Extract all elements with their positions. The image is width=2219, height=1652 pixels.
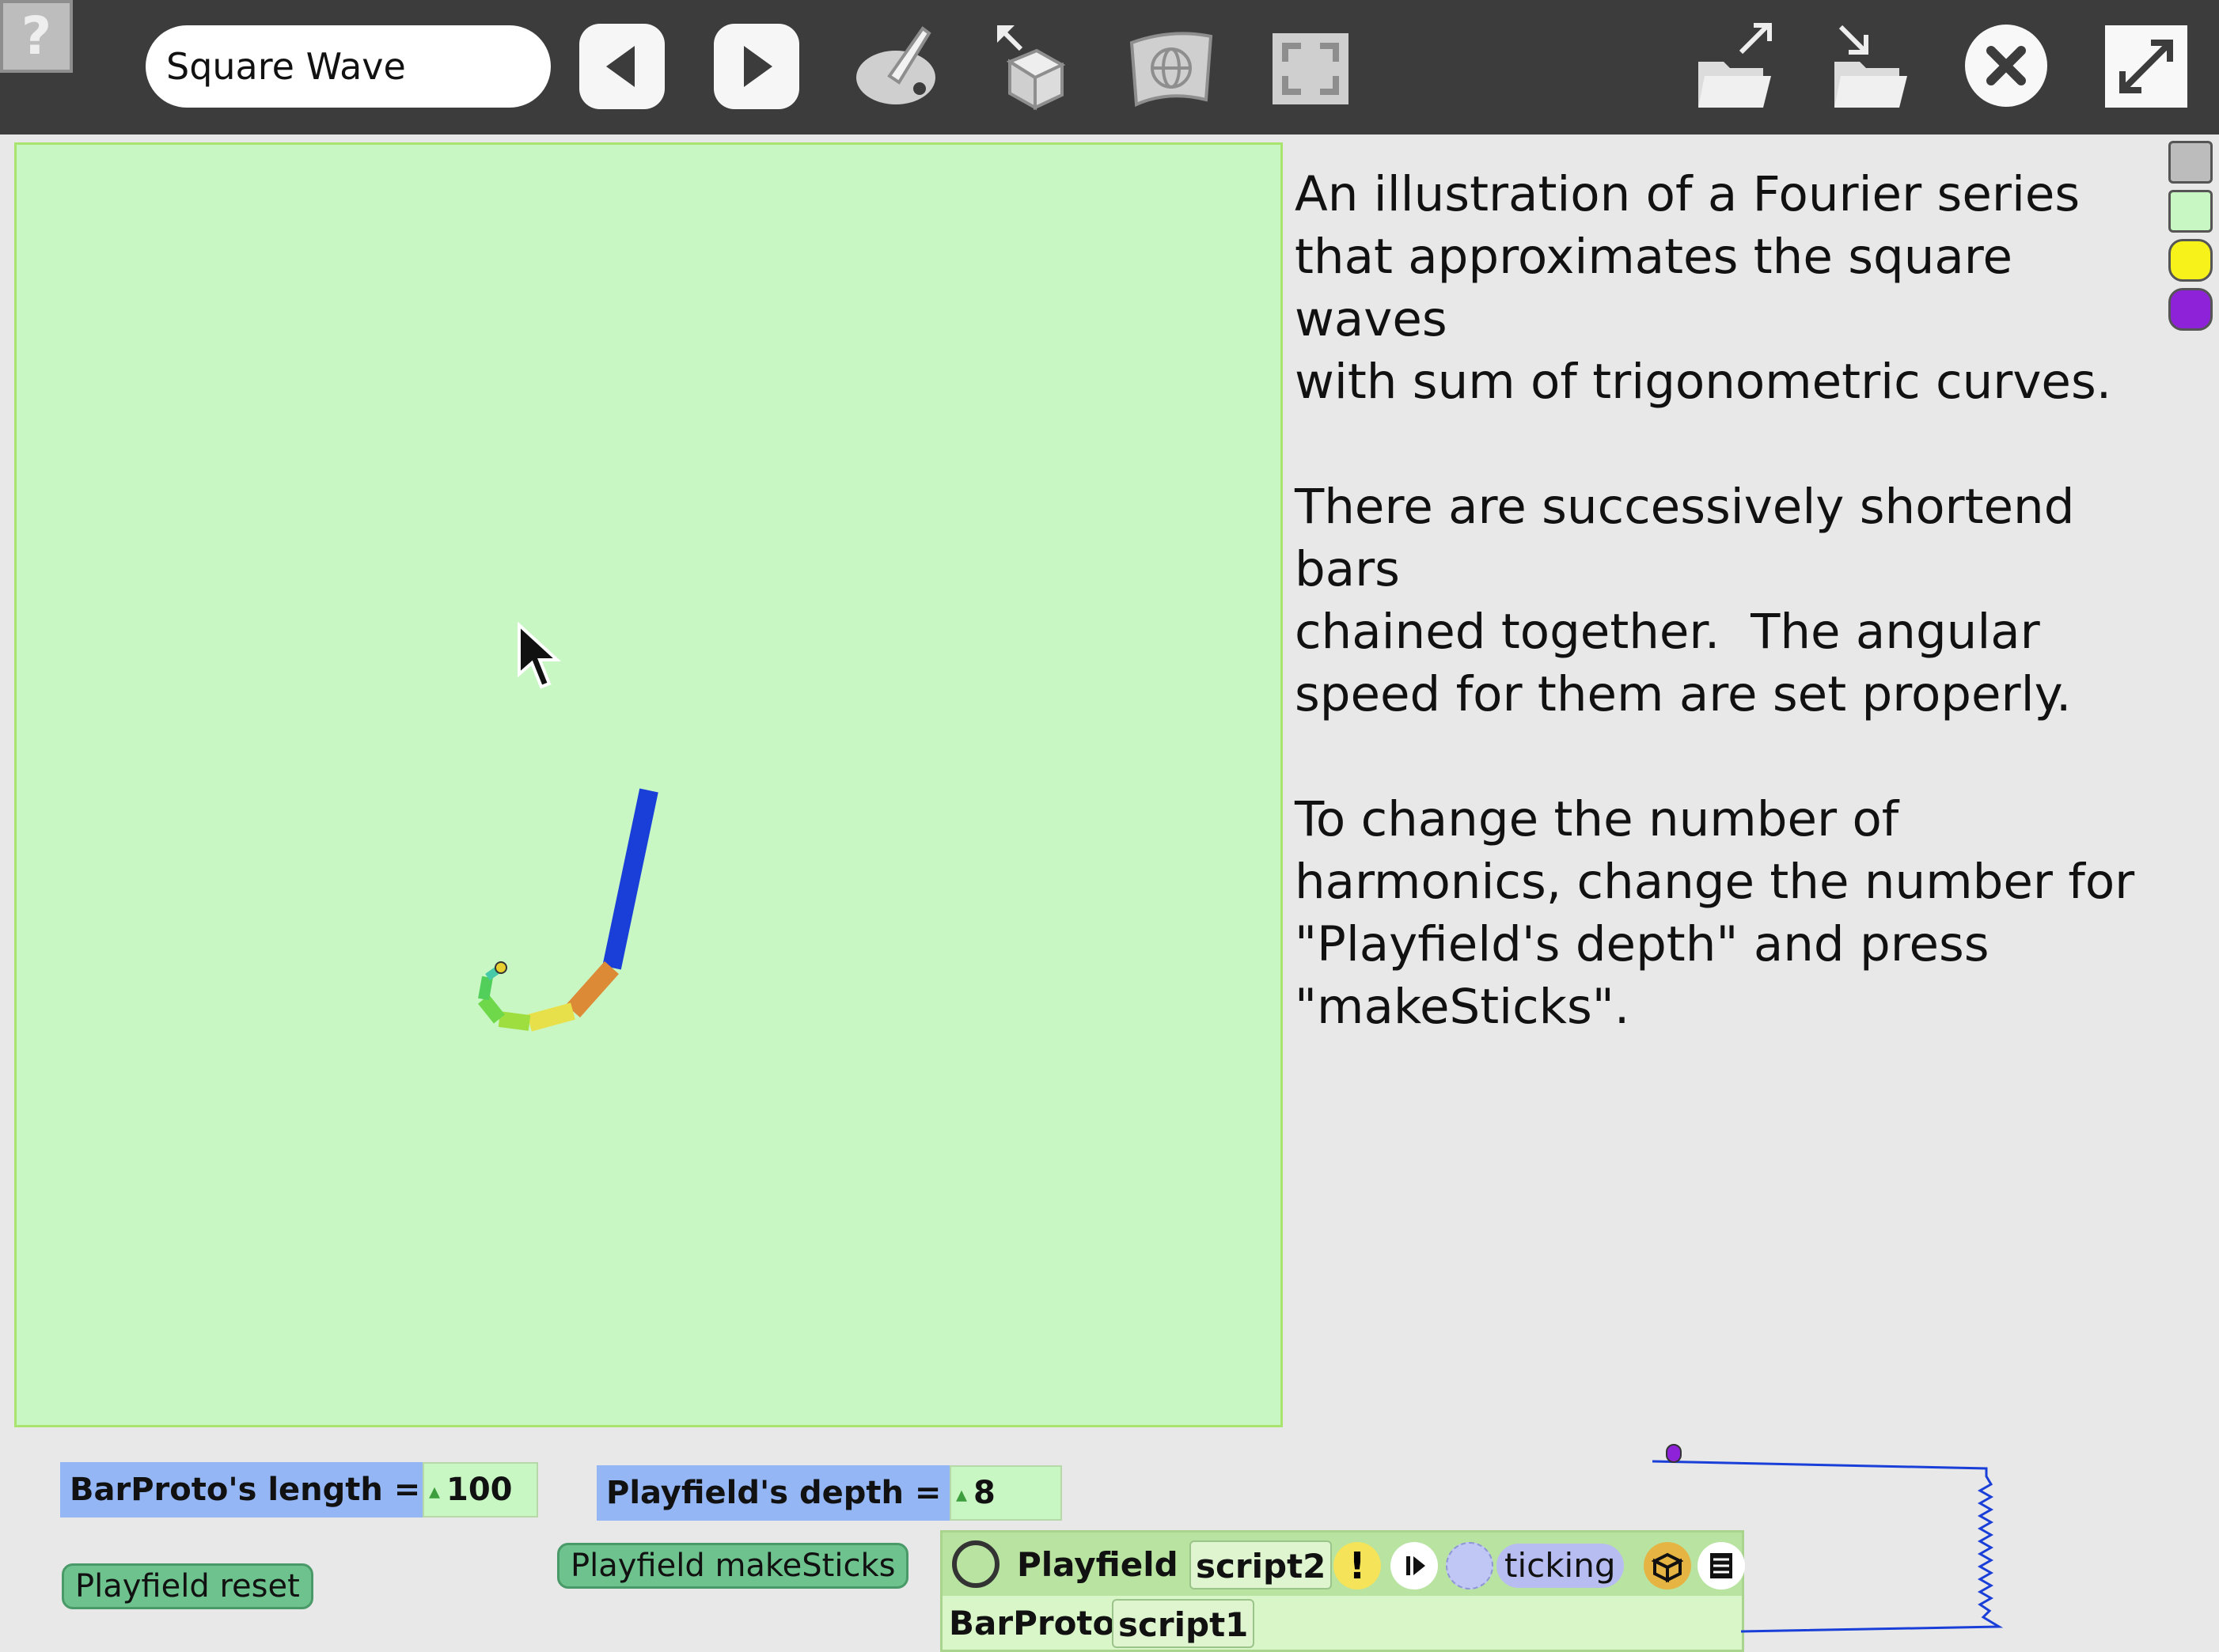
updown-arrows-icon[interactable]: ▴: [956, 1468, 973, 1521]
bar-length-label: BarProto's length =: [60, 1462, 424, 1517]
updown-arrows-icon[interactable]: ▴: [429, 1465, 446, 1517]
next-page-icon: [744, 46, 772, 87]
load-project-icon: [1834, 25, 1907, 108]
bar-chain: [477, 788, 658, 1032]
bar-segment: [498, 1011, 531, 1031]
supplies-icon: [997, 25, 1066, 111]
bar-length-watcher: BarProto's length = ▴ 100: [60, 1462, 538, 1517]
long-bar: [602, 788, 658, 970]
world-button[interactable]: [1124, 21, 1219, 114]
fullscreen-frame-button[interactable]: [1269, 30, 1352, 108]
script-name-field[interactable]: script2: [1189, 1540, 1333, 1589]
fullscreen-frame-icon: [1273, 33, 1348, 104]
flaps-column: [2168, 141, 2216, 337]
publish-icon: [1698, 23, 1772, 108]
depth-label: Playfield's depth =: [597, 1465, 954, 1521]
pen-marker-icon: [1666, 1444, 1682, 1463]
project-name-field[interactable]: Square Wave: [146, 25, 551, 108]
load-project-button[interactable]: [1830, 21, 1912, 114]
depth-watcher: Playfield's depth = ▴ 8: [597, 1465, 1062, 1521]
bar-length-number: 100: [446, 1472, 513, 1508]
world-icon: [1129, 32, 1213, 107]
pause-indicator-icon[interactable]: [1446, 1542, 1493, 1589]
close-icon: [1965, 25, 2047, 107]
paint-icon: [856, 26, 935, 104]
expand-icon: [2105, 25, 2187, 108]
mouse-pointer-icon: [518, 622, 562, 689]
script-header-row: Playfield script2 ! ticking: [943, 1533, 1745, 1596]
bar-segment: [566, 961, 619, 1017]
bar-segment: [478, 976, 493, 1001]
object-ring-icon[interactable]: [952, 1540, 999, 1588]
step-button[interactable]: [1390, 1542, 1438, 1589]
bar-segment: [477, 995, 506, 1024]
close-button[interactable]: [1964, 24, 2048, 108]
depth-number: 8: [973, 1475, 996, 1511]
ticking-status-button[interactable]: ticking: [1496, 1544, 1624, 1588]
description-text: An illustration of a Fourier series that…: [1295, 166, 2135, 1035]
pen-tip-icon: [495, 961, 507, 974]
widgets-flap-tab[interactable]: [2168, 190, 2213, 233]
paint-button[interactable]: [850, 21, 945, 114]
depth-value[interactable]: ▴ 8: [950, 1465, 1062, 1521]
exclamation-icon[interactable]: !: [1333, 1542, 1381, 1589]
second-row-script-name[interactable]: script1: [1112, 1599, 1255, 1648]
supplies-button[interactable]: [986, 21, 1081, 114]
script-object-name: Playfield: [1017, 1545, 1178, 1584]
previous-page-button[interactable]: [579, 24, 665, 109]
purple-flap-tab[interactable]: [2168, 288, 2213, 331]
second-row-object-name: BarProto: [949, 1604, 1116, 1643]
trace-line: [1652, 1460, 2004, 1633]
bar-length-value[interactable]: ▴ 100: [423, 1462, 538, 1517]
publish-button[interactable]: [1694, 21, 1776, 114]
script-status-panel: Playfield script2 ! ticking BarProto scr…: [940, 1530, 1745, 1652]
squeak-flap-tab[interactable]: [2168, 141, 2213, 184]
previous-page-icon: [606, 46, 635, 87]
next-page-button[interactable]: [714, 24, 799, 109]
playfield[interactable]: [14, 142, 1283, 1427]
bar-segment: [527, 1002, 575, 1032]
expand-button[interactable]: [2105, 25, 2187, 108]
square-wave-trace: [1652, 1444, 2004, 1633]
step-icon: [1406, 1556, 1425, 1575]
yellow-flap-tab[interactable]: [2168, 239, 2213, 282]
toolbar: ? Square Wave: [0, 0, 2219, 135]
playfield-reset-button[interactable]: Playfield reset: [62, 1563, 313, 1609]
help-button[interactable]: ?: [0, 0, 73, 73]
playfield-makesticks-button[interactable]: Playfield makeSticks: [557, 1543, 909, 1589]
